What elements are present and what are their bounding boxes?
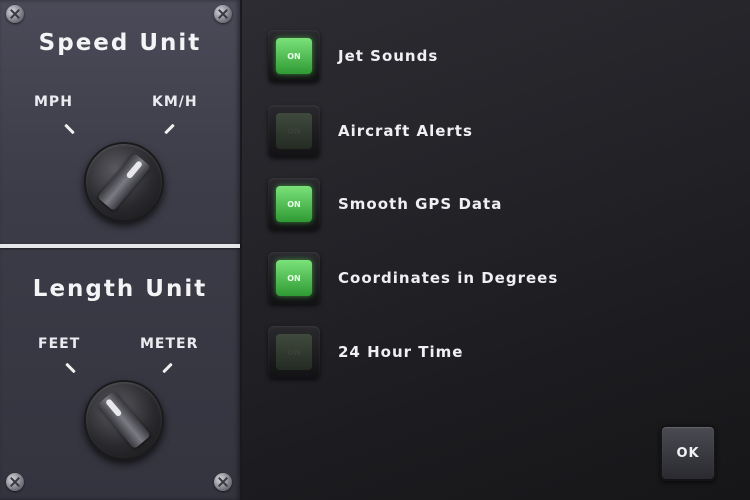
length-unit-title: Length Unit bbox=[32, 276, 208, 302]
24-hour-time-label: 24 Hour Time bbox=[338, 343, 464, 361]
screw-icon bbox=[6, 473, 24, 491]
coordinates-degrees-toggle[interactable]: ON bbox=[276, 260, 312, 296]
length-option-feet[interactable]: FEET bbox=[38, 336, 80, 352]
jet-sounds-toggle[interactable]: ON bbox=[276, 38, 312, 74]
tick-mark bbox=[64, 123, 75, 135]
length-unit-knob[interactable] bbox=[84, 380, 164, 460]
divider bbox=[0, 244, 240, 248]
screw-icon bbox=[214, 5, 232, 23]
aircraft-alerts-toggle[interactable]: ON bbox=[276, 113, 312, 149]
speed-unit-knob[interactable] bbox=[84, 142, 164, 222]
knob-pointer-icon bbox=[96, 390, 152, 450]
smooth-gps-toggle[interactable]: ON bbox=[276, 186, 312, 222]
jet-sounds-label: Jet Sounds bbox=[338, 47, 439, 65]
aircraft-alerts-label: Aircraft Alerts bbox=[338, 122, 473, 140]
length-option-meter[interactable]: METER bbox=[140, 336, 198, 352]
knob-pointer-icon bbox=[96, 152, 152, 212]
smooth-gps-label: Smooth GPS Data bbox=[338, 195, 503, 213]
screw-icon bbox=[6, 5, 24, 23]
toggle-frame: ON bbox=[268, 105, 320, 157]
speed-unit-title: Speed Unit bbox=[38, 30, 202, 56]
speed-option-mph[interactable]: MPH bbox=[34, 94, 73, 110]
toggle-frame: ON bbox=[268, 178, 320, 230]
tick-mark bbox=[162, 362, 173, 374]
toggle-frame: ON bbox=[268, 252, 320, 304]
speed-option-kmh[interactable]: KM/H bbox=[152, 94, 198, 110]
ok-button[interactable]: OK bbox=[660, 425, 716, 481]
units-panel: Speed Unit MPH KM/H Length Unit FEET MET… bbox=[0, 0, 242, 500]
toggle-frame: ON bbox=[268, 30, 320, 82]
24-hour-time-toggle[interactable]: ON bbox=[276, 334, 312, 370]
coordinates-degrees-label: Coordinates in Degrees bbox=[338, 269, 559, 287]
tick-mark bbox=[65, 362, 76, 374]
screw-icon bbox=[214, 473, 232, 491]
toggle-frame: ON bbox=[268, 326, 320, 378]
tick-mark bbox=[164, 123, 175, 135]
